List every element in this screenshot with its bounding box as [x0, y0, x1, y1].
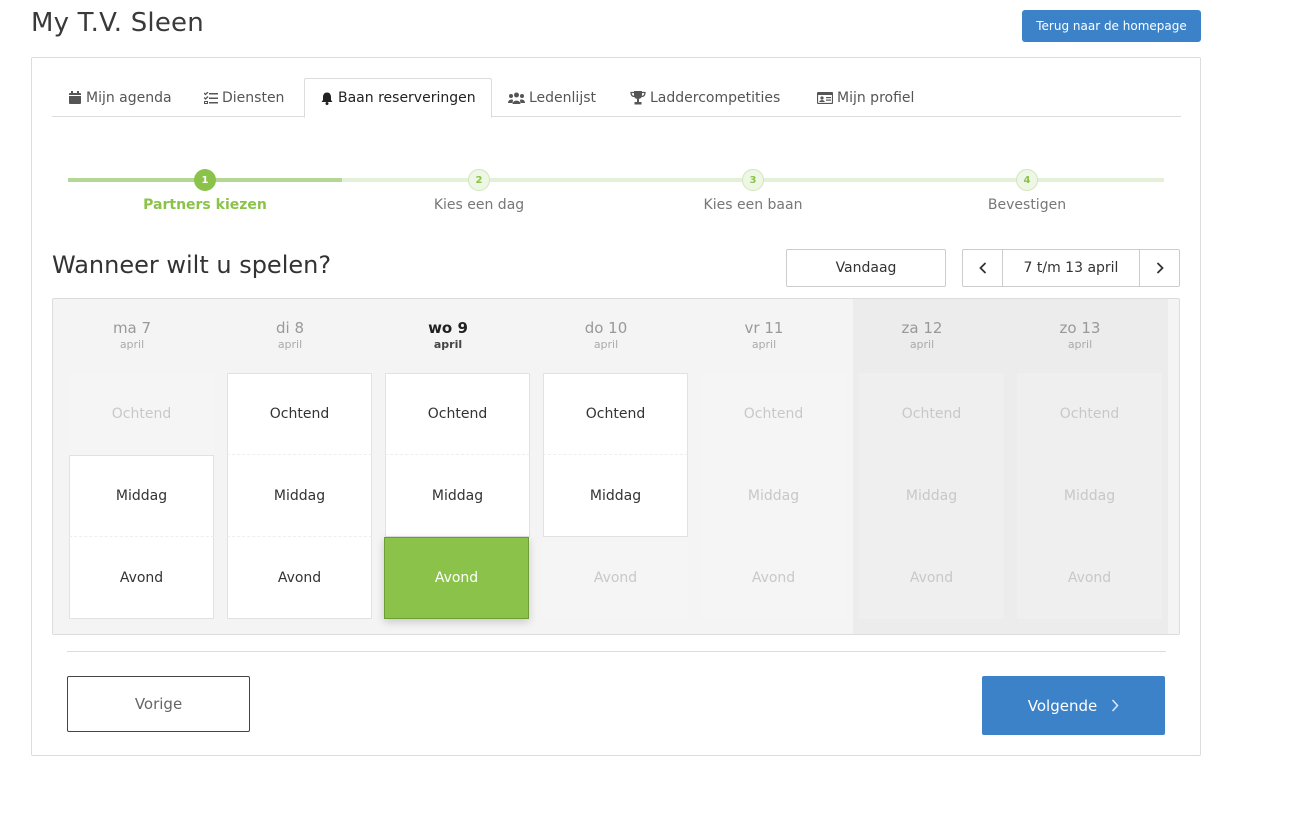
- trophy-icon: [630, 90, 646, 105]
- timeslot-ochtend: Ochtend: [69, 373, 214, 455]
- main-card: Mijn agenda Diensten Baan reserveringen …: [31, 57, 1201, 756]
- day-name: za 12: [901, 319, 943, 337]
- tab-bar: Mijn agenda Diensten Baan reserveringen …: [52, 78, 1181, 118]
- chevron-right-icon: [1156, 259, 1164, 278]
- day-month: april: [433, 338, 463, 351]
- timeslot-middag: Middag: [701, 455, 846, 537]
- step-number: 2: [468, 169, 490, 191]
- timeslot-avond[interactable]: Avond: [384, 537, 529, 619]
- calendar-icon: [68, 91, 82, 105]
- day-column: ma 7 april Ochtend Middag Avond: [53, 299, 214, 634]
- previous-week-button[interactable]: [963, 250, 1003, 286]
- today-button[interactable]: Vandaag: [786, 249, 946, 287]
- step-number: 1: [194, 169, 216, 191]
- day-name: do 10: [584, 319, 628, 337]
- chevron-right-icon: [1111, 699, 1119, 712]
- day-header: vr 11 april: [685, 319, 843, 351]
- day-name: zo 13: [1059, 319, 1101, 337]
- day-column: za 12 april Ochtend Middag Avond: [843, 299, 1004, 634]
- section-heading: Wanneer wilt u spelen?: [52, 251, 332, 279]
- tab-label: Baan reserveringen: [338, 90, 476, 106]
- day-name: di 8: [275, 319, 304, 337]
- day-month: april: [277, 338, 303, 351]
- day-column: di 8 april Ochtend Middag Avond: [211, 299, 372, 634]
- timeslot-ochtend[interactable]: Ochtend: [227, 373, 372, 455]
- timeslot-avond: Avond: [701, 537, 846, 619]
- tasks-icon: [204, 91, 218, 105]
- step-number: 4: [1016, 169, 1038, 191]
- timeslot-avond: Avond: [1017, 537, 1162, 619]
- day-column: zo 13 april Ochtend Middag Avond: [1001, 299, 1162, 634]
- next-button[interactable]: Volgende: [982, 676, 1165, 735]
- back-to-homepage-button[interactable]: Terug naar de homepage: [1022, 10, 1201, 42]
- day-month: april: [593, 338, 619, 351]
- next-week-button[interactable]: [1139, 250, 1179, 286]
- timeslot-avond: Avond: [543, 537, 688, 619]
- day-month: april: [1067, 338, 1093, 351]
- tab-mijn-agenda[interactable]: Mijn agenda: [62, 78, 178, 117]
- day-name: wo 9: [428, 319, 468, 337]
- timeslot-middag[interactable]: Middag: [227, 455, 372, 537]
- timeslot-middag[interactable]: Middag: [385, 455, 530, 537]
- week-calendar: ma 7 april Ochtend Middag Avond di 8 april Ocht…: [52, 298, 1180, 635]
- tab-label: Laddercompetities: [650, 89, 781, 106]
- timeslot-ochtend[interactable]: Ochtend: [543, 373, 688, 455]
- tab-ledenlijst[interactable]: Ledenlijst: [502, 78, 602, 117]
- day-header: di 8 april: [211, 319, 369, 351]
- week-range-label: 7 t/m 13 april: [1023, 260, 1119, 276]
- step-label: Partners kiezen: [143, 197, 267, 213]
- day-column: do 10 april Ochtend Middag Avond: [527, 299, 688, 634]
- next-button-label: Volgende: [1027, 696, 1098, 715]
- step-label: Bevestigen: [987, 197, 1067, 213]
- tab-laddercompetities[interactable]: Laddercompetities: [624, 78, 786, 117]
- step-2: 2 Kies een dag: [379, 166, 579, 213]
- step-number: 3: [742, 169, 764, 191]
- previous-button[interactable]: Vorige: [67, 676, 250, 732]
- step-4: 4 Bevestigen: [927, 166, 1127, 213]
- timeslot-avond: Avond: [859, 537, 1004, 619]
- timeslot-ochtend: Ochtend: [701, 373, 846, 455]
- timeslot-avond[interactable]: Avond: [227, 537, 372, 619]
- page-title: My T.V. Sleen: [31, 8, 204, 38]
- footer-divider: [67, 651, 1166, 652]
- progress-stepper: 1 Partners kiezen 2 Kies een dag 3 Kies …: [68, 166, 1164, 216]
- tab-label: Diensten: [222, 89, 285, 106]
- day-header: za 12 april: [843, 319, 1001, 351]
- users-icon: [508, 91, 525, 105]
- day-month: april: [119, 338, 145, 351]
- tab-mijn-profiel[interactable]: Mijn profiel: [811, 78, 920, 117]
- week-range-picker: 7 t/m 13 april: [962, 249, 1180, 287]
- timeslot-middag[interactable]: Middag: [69, 455, 214, 537]
- step-1: 1 Partners kiezen: [105, 166, 305, 213]
- tab-diensten[interactable]: Diensten: [198, 78, 290, 117]
- day-name: vr 11: [744, 319, 784, 337]
- day-column: vr 11 april Ochtend Middag Avond: [685, 299, 846, 634]
- timeslot-ochtend[interactable]: Ochtend: [385, 373, 530, 455]
- chevron-left-icon: [978, 259, 987, 278]
- step-label: Kies een baan: [703, 197, 803, 213]
- id-card-icon: [817, 91, 833, 105]
- timeslot-middag: Middag: [1017, 455, 1162, 537]
- step-label: Kies een dag: [433, 197, 525, 213]
- day-header: zo 13 april: [1001, 319, 1159, 351]
- day-month: april: [909, 338, 935, 351]
- timeslot-middag: Middag: [859, 455, 1004, 537]
- tab-baan-reserveringen[interactable]: Baan reserveringen: [304, 78, 492, 118]
- tab-label: Mijn profiel: [837, 89, 915, 106]
- bell-icon: [320, 91, 334, 105]
- step-3: 3 Kies een baan: [653, 166, 853, 213]
- day-month: april: [751, 338, 777, 351]
- tab-label: Ledenlijst: [529, 89, 596, 106]
- day-header: wo 9 april: [369, 319, 527, 351]
- day-column: wo 9 april Ochtend Middag Avond: [369, 299, 530, 634]
- timeslot-ochtend: Ochtend: [859, 373, 1004, 455]
- timeslot-avond[interactable]: Avond: [69, 537, 214, 619]
- day-name: ma 7: [112, 319, 152, 337]
- timeslot-ochtend: Ochtend: [1017, 373, 1162, 455]
- day-header: do 10 april: [527, 319, 685, 351]
- tab-label: Mijn agenda: [86, 89, 172, 106]
- timeslot-middag[interactable]: Middag: [543, 455, 688, 537]
- day-header: ma 7 april: [53, 319, 211, 351]
